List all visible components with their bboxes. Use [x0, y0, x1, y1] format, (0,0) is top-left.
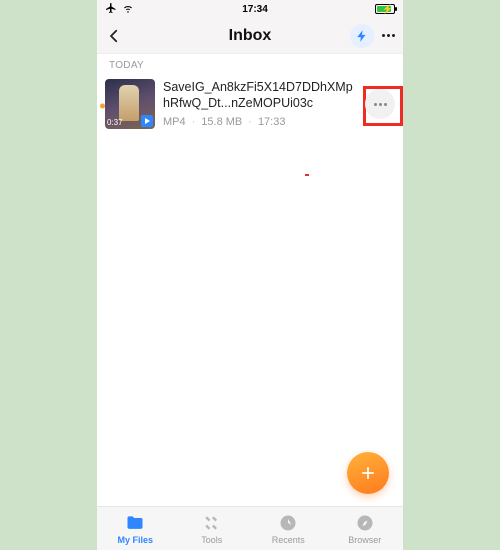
content-area: TODAY 0:37 SaveIG_An8kzFi5X14D7DDhXMphRf…: [97, 54, 403, 550]
tab-label: Browser: [348, 535, 381, 545]
boost-button[interactable]: [350, 24, 374, 48]
file-thumbnail[interactable]: 0:37: [105, 79, 155, 129]
back-button[interactable]: [105, 27, 123, 45]
tab-bar: My Files Tools Recents Browser: [97, 506, 403, 550]
more-menu-button[interactable]: [382, 34, 395, 37]
file-time: 17:33: [258, 116, 286, 128]
status-bar: 17:34 ⚡: [97, 0, 403, 18]
status-left: [105, 2, 135, 17]
play-icon: [141, 115, 153, 127]
tab-label: Tools: [201, 535, 222, 545]
status-time: 17:34: [242, 4, 268, 15]
tab-browser[interactable]: Browser: [327, 507, 404, 550]
airplane-mode-icon: [105, 2, 117, 17]
red-dash-artifact: [305, 174, 309, 176]
tab-label: Recents: [272, 535, 305, 545]
nav-bar: Inbox: [97, 18, 403, 54]
section-label-today: TODAY: [97, 54, 403, 75]
file-size: 15.8 MB: [201, 116, 242, 128]
tab-recents[interactable]: Recents: [250, 507, 327, 550]
battery-icon: ⚡: [375, 4, 395, 14]
file-row[interactable]: 0:37 SaveIG_An8kzFi5X14D7DDhXMphRfwQ_Dt.…: [97, 75, 403, 137]
file-format: MP4: [163, 116, 186, 128]
file-meta: SaveIG_An8kzFi5X14D7DDhXMphRfwQ_Dt...nZe…: [163, 80, 357, 127]
file-name: SaveIG_An8kzFi5X14D7DDhXMphRfwQ_Dt...nZe…: [163, 80, 357, 111]
file-more-button[interactable]: [365, 89, 395, 119]
wifi-icon: [121, 2, 135, 17]
app-window: 17:34 ⚡ Inbox TODAY: [97, 0, 403, 550]
page-title: Inbox: [229, 27, 272, 45]
status-right: ⚡: [375, 4, 395, 14]
tab-my-files[interactable]: My Files: [97, 507, 174, 550]
file-subline: MP4 · 15.8 MB · 17:33: [163, 116, 357, 128]
tab-label: My Files: [117, 535, 153, 545]
thumbnail-duration: 0:37: [107, 118, 123, 127]
tab-tools[interactable]: Tools: [174, 507, 251, 550]
add-fab-button[interactable]: [347, 452, 389, 494]
